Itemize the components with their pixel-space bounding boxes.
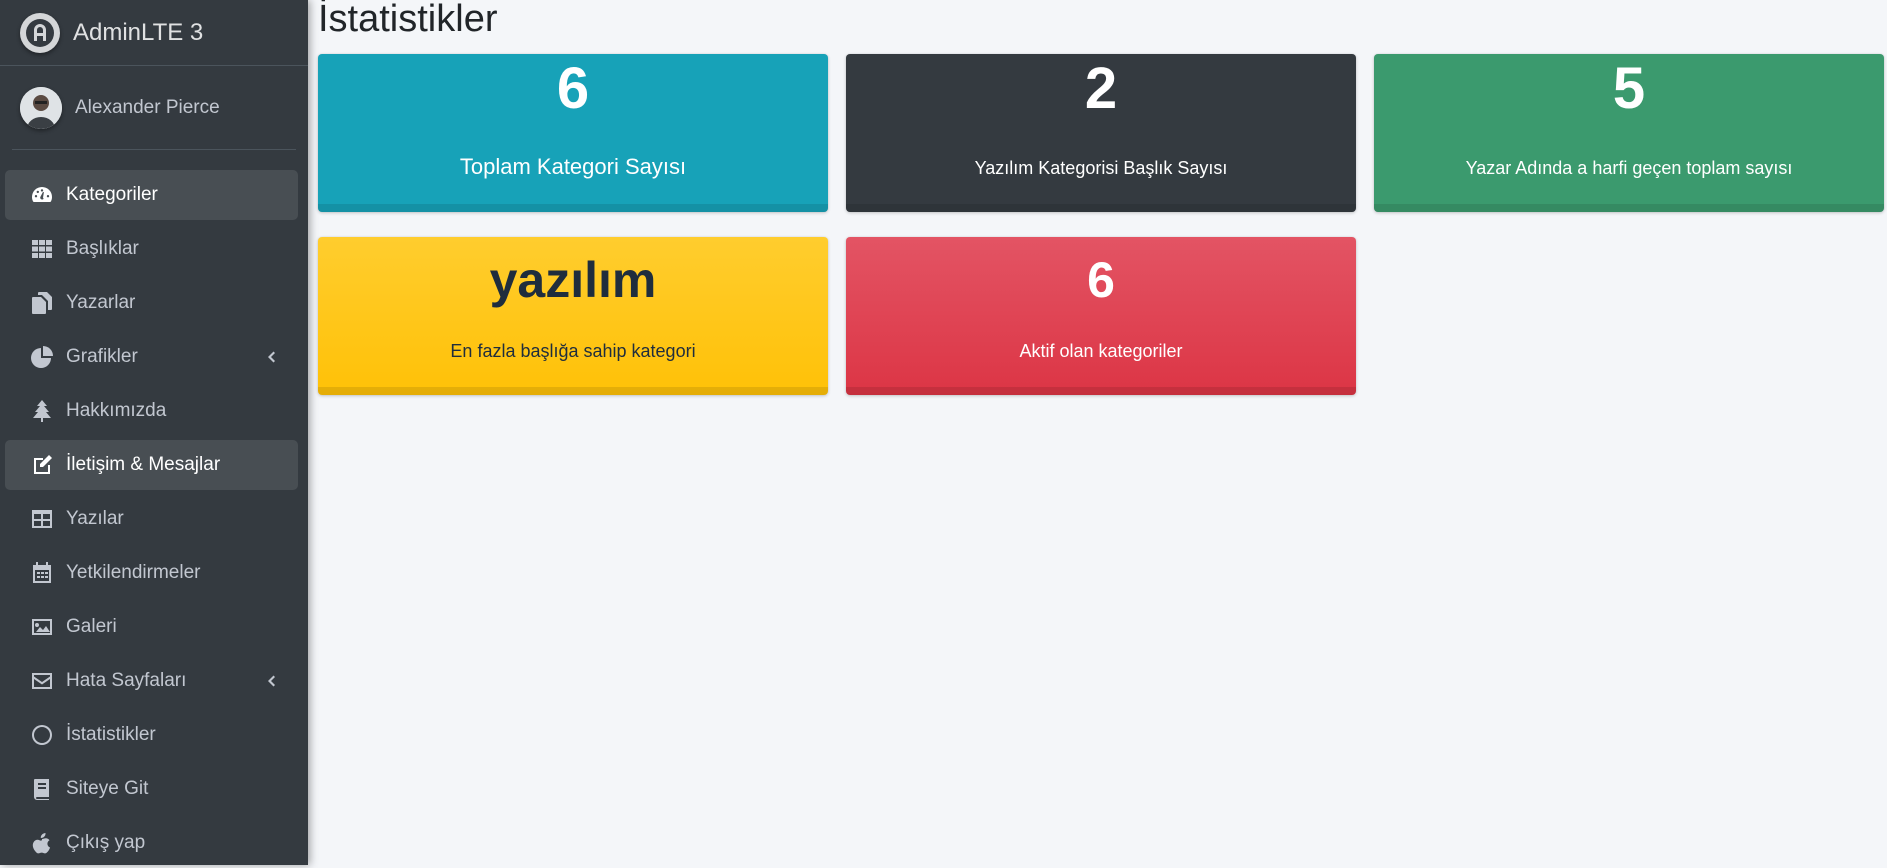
stat-footer [1374,204,1884,212]
stat-label: En fazla başlığa sahip kategori [450,341,696,361]
pie-chart-icon [29,344,55,370]
sidebar-item-label: Çıkış yap [66,832,146,853]
sidebar-item-label: Yazılar [66,508,124,529]
sidebar-item-label: Siteye Git [66,778,149,799]
edit-icon [29,452,55,478]
sidebar-item-label: Yetkilendirmeler [66,562,201,583]
sidebar-item-istatistikler[interactable]: İstatistikler [5,710,298,760]
stat-box-active-categories[interactable]: 6 Aktif olan kategoriler [846,237,1356,395]
brand-title: AdminLTE 3 [73,18,204,46]
stat-footer [846,204,1356,212]
tachometer-icon [29,182,55,208]
brand-link[interactable]: AdminLTE 3 [0,0,308,66]
envelope-icon [29,668,55,694]
sidebar-item-label: İstatistikler [66,724,156,745]
stat-footer [318,387,828,395]
sidebar-item-grafikler[interactable]: Grafikler [5,332,298,382]
sidebar-item-label: Galeri [66,616,117,637]
grid-icon [29,236,55,262]
sidebar-item-hata-sayfalari[interactable]: Hata Sayfaları [5,656,298,706]
sidebar-item-label: Yazarlar [66,292,136,313]
stat-value: yazılım [489,252,657,308]
sidebar-item-iletisim-mesajlar[interactable]: İletişim & Mesajlar [5,440,298,490]
apple-icon [29,830,55,856]
image-icon [29,614,55,640]
chevron-left-icon[interactable] [262,348,280,366]
sidebar-nav: Kategoriler Başlıklar Yazarlar Grafikler [0,170,308,868]
stat-value: 6 [1087,252,1115,308]
sidebar-item-cikis-yap[interactable]: Çıkış yap [5,818,298,868]
adminlte-logo-icon [20,12,60,53]
sidebar-item-label: Başlıklar [66,238,139,259]
stat-value: 5 [1612,56,1646,121]
tree-icon [29,398,55,424]
sidebar-item-basliklar[interactable]: Başlıklar [5,224,298,274]
sidebar-item-siteye-git[interactable]: Siteye Git [5,764,298,814]
stat-label: Yazılım Kategorisi Başlık Sayısı [974,158,1228,178]
sidebar-item-yazarlar[interactable]: Yazarlar [5,278,298,328]
sidebar-item-galeri[interactable]: Galeri [5,602,298,652]
copy-icon [29,290,55,316]
user-panel[interactable]: Alexander Pierce [12,66,296,150]
sidebar-item-label: İletişim & Mesajlar [66,454,221,475]
sidebar-item-label: Grafikler [66,346,138,367]
avatar[interactable] [20,86,62,129]
stat-footer [846,387,1356,395]
circle-icon [29,722,55,748]
sidebar-item-label: Kategoriler [66,184,158,205]
stat-box-software-titles[interactable]: 2 Yazılım Kategorisi Başlık Sayısı [846,54,1356,212]
page-title: İstatistikler [318,0,498,40]
stat-box-author-a-count[interactable]: 5 Yazar Adında a harfi geçen toplam sayı… [1374,54,1884,212]
stat-footer [318,204,828,212]
calendar-icon [29,560,55,586]
sidebar-item-yetkilendirmeler[interactable]: Yetkilendirmeler [5,548,298,598]
chevron-left-icon[interactable] [262,672,280,690]
table-icon [29,506,55,532]
sidebar-item-kategoriler[interactable]: Kategoriler [5,170,298,220]
book-icon [29,776,55,802]
user-name[interactable]: Alexander Pierce [75,97,220,119]
sidebar-item-label: Hata Sayfaları [66,670,187,691]
stat-value: 6 [556,56,590,121]
stat-value: 2 [1084,56,1118,121]
stat-label: Aktif olan kategoriler [1019,341,1183,361]
stat-label: Yazar Adında a harfi geçen toplam sayısı [1465,158,1793,178]
sidebar-item-yazilar[interactable]: Yazılar [5,494,298,544]
stat-box-top-category[interactable]: yazılım En fazla başlığa sahip kategori [318,237,828,395]
stat-label: Toplam Kategori Sayısı [459,154,687,179]
content-wrapper: İstatistikler 6 Toplam Kategori Sayısı 2… [308,0,1887,865]
sidebar-item-hakkimizda[interactable]: Hakkımızda [5,386,298,436]
stat-box-total-categories[interactable]: 6 Toplam Kategori Sayısı [318,54,828,212]
main-sidebar: AdminLTE 3 Alexander Pierce Kategoriler … [0,0,308,865]
sidebar-item-label: Hakkımızda [66,400,167,421]
